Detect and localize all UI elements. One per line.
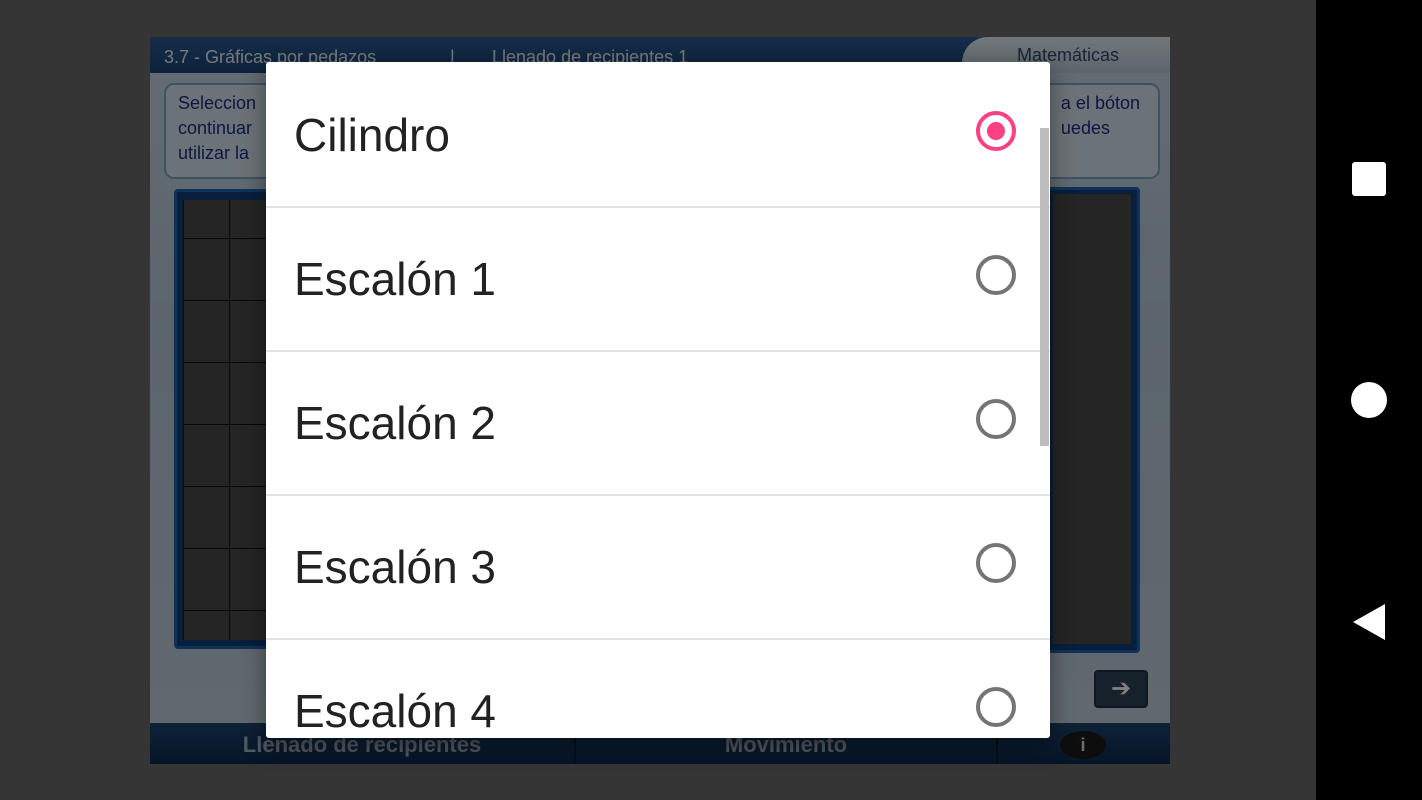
radio-unselected-icon[interactable] — [976, 399, 1016, 439]
radio-unselected-icon[interactable] — [976, 543, 1016, 583]
home-circle-icon[interactable] — [1351, 382, 1387, 418]
back-triangle-icon[interactable] — [1353, 604, 1385, 640]
option-escalon-4[interactable]: Escalón 4 — [266, 638, 1050, 738]
selection-dialog: Cilindro Escalón 1 Escalón 2 Escalón 3 E… — [266, 62, 1050, 738]
radio-unselected-icon[interactable] — [976, 687, 1016, 727]
option-label: Escalón 2 — [294, 397, 497, 449]
option-label: Escalón 4 — [294, 685, 497, 737]
option-label: Escalón 1 — [294, 253, 497, 305]
radio-selected-icon[interactable] — [976, 111, 1016, 151]
android-nav-bar — [1316, 0, 1422, 800]
radio-unselected-icon[interactable] — [976, 255, 1016, 295]
option-label: Escalón 3 — [294, 541, 497, 593]
option-escalon-3[interactable]: Escalón 3 — [266, 494, 1050, 640]
option-escalon-2[interactable]: Escalón 2 — [266, 350, 1050, 496]
option-label: Cilindro — [294, 109, 450, 161]
recents-square-icon[interactable] — [1352, 162, 1386, 196]
option-cilindro[interactable]: Cilindro — [266, 62, 1050, 208]
dialog-scrollbar[interactable] — [1040, 128, 1049, 446]
option-escalon-1[interactable]: Escalón 1 — [266, 206, 1050, 352]
